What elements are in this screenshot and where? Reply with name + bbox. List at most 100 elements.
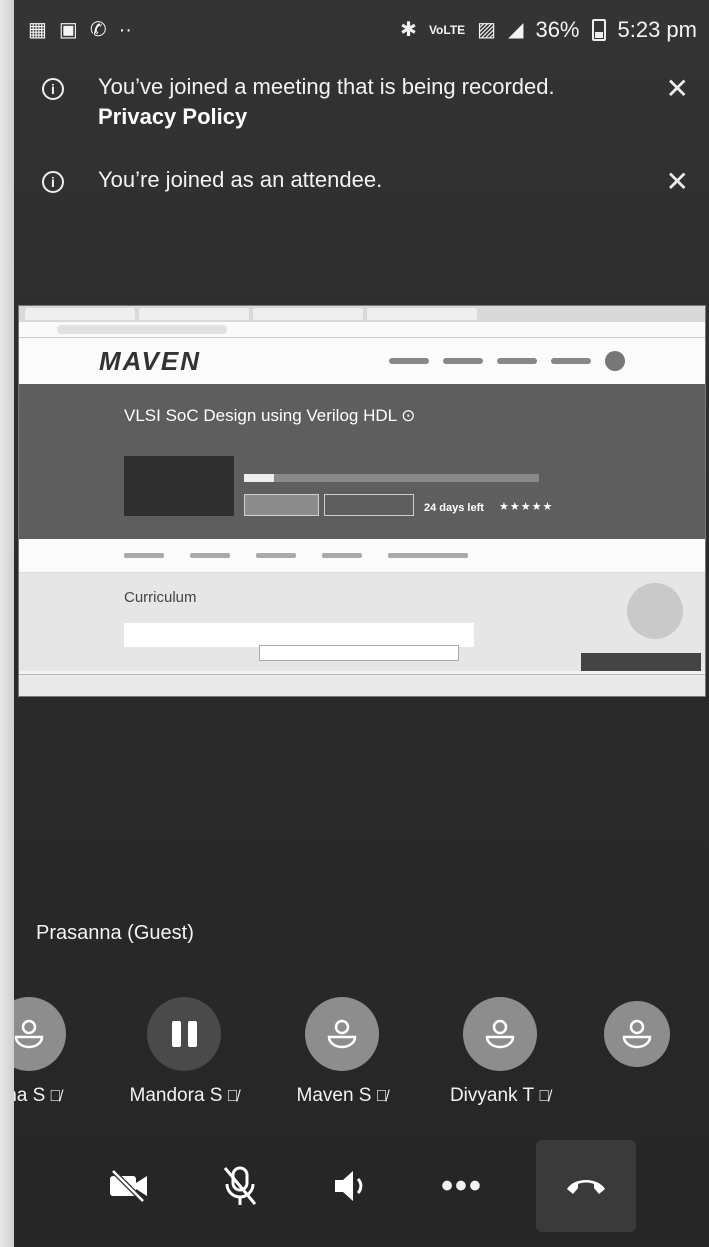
participants-row[interactable]: itha S🎙̸ Mandora S🎙̸ Maven S🎙̸ [14, 985, 709, 1115]
course-tab [388, 553, 468, 558]
maven-logo: MAVEN [99, 345, 201, 376]
volte-icon: VoLTE [428, 23, 466, 37]
speaker-icon [335, 1171, 363, 1201]
browser-tabs [19, 306, 705, 322]
gallery-icon: ▣ [58, 19, 78, 41]
more-dots-icon: ·· [118, 19, 132, 41]
participant-name: itha S🎙̸ [14, 1085, 62, 1106]
privacy-policy-link[interactable]: Privacy Policy [98, 102, 638, 132]
plan-course-button [324, 494, 414, 516]
participant-tile[interactable]: Divyank T 🎙̸ [425, 985, 575, 1115]
nav-link [443, 358, 483, 364]
course-title: VLSI SoC Design using Verilog HDL ⊙ [124, 406, 416, 425]
participant-tile[interactable]: itha S🎙̸ [14, 985, 104, 1115]
person-icon [485, 1019, 515, 1049]
course-tab [256, 553, 296, 558]
mic-muted-icon: 🎙̸ [49, 1088, 62, 1105]
address-field [57, 325, 227, 334]
battery-icon [591, 19, 606, 41]
nav-link [389, 358, 429, 364]
participant-avatar [463, 997, 537, 1071]
resume-button [244, 494, 319, 516]
close-icon[interactable]: ✕ [666, 167, 689, 197]
lte-signal-icon: ◢ [508, 19, 524, 41]
photo-edge [0, 0, 14, 1247]
online-chat-pill [581, 653, 701, 671]
browser-tab [139, 308, 249, 320]
browser-tab [367, 308, 477, 320]
hang-up-button[interactable] [536, 1140, 636, 1232]
curriculum-section-row [124, 623, 474, 647]
mic-muted-icon: 🎙̸ [375, 1088, 388, 1105]
participant-name: Maven S 🎙̸ [296, 1085, 388, 1106]
video-toggle-button[interactable] [97, 1154, 161, 1218]
site-nav-links [389, 351, 625, 371]
battery-percent: 36% [535, 17, 580, 42]
attendee-banner-text: You’re joined as an attendee. [98, 165, 638, 195]
participant-tile[interactable]: Maven S 🎙̸ [267, 985, 417, 1115]
info-icon: i [42, 78, 64, 100]
sharing-notice [259, 645, 459, 661]
course-progress-fill [244, 474, 274, 482]
course-progress [244, 474, 539, 482]
presenter-name: Prasanna (Guest) [36, 922, 194, 944]
avatar [605, 351, 625, 371]
nav-link [497, 358, 537, 364]
person-icon [622, 1019, 652, 1049]
course-tabs [19, 539, 705, 573]
phone-icon: ✆ [89, 19, 107, 41]
course-tab [190, 553, 230, 558]
attendee-message: You’re joined as an attendee. [98, 167, 383, 192]
course-thumbnail [124, 456, 234, 516]
clock: 5:23 pm [617, 17, 698, 42]
course-hero: VLSI SoC Design using Verilog HDL ⊙ 24 d… [19, 384, 705, 539]
live-support-badge [627, 583, 683, 639]
participant-name: Divyank T 🎙̸ [449, 1085, 551, 1106]
person-icon [327, 1019, 357, 1049]
speaker-button[interactable] [319, 1154, 383, 1218]
hang-up-icon [567, 1180, 605, 1194]
teams-call-screen: ▦ ▣ ✆ ·· ✱ VoLTE ▨ ◢ 36% 5:23 pm i You’v… [14, 0, 709, 1247]
windows-taskbar [19, 674, 705, 696]
teams-icon: ▦ [28, 19, 47, 41]
person-icon [14, 1019, 44, 1049]
more-options-button[interactable]: ••• [430, 1154, 494, 1218]
participant-avatar [14, 997, 66, 1071]
mic-muted-icon: 🎙̸ [226, 1088, 239, 1105]
attendee-banner: i You’re joined as an attendee. ✕ [14, 165, 709, 215]
info-icon: i [42, 171, 64, 193]
participant-avatar [604, 1001, 670, 1067]
bluetooth-icon: ✱ [400, 19, 417, 41]
days-left: 24 days left [424, 502, 484, 514]
participant-tile[interactable] [562, 985, 709, 1115]
address-bar [19, 322, 705, 338]
recording-message: You’ve joined a meeting that is being re… [98, 74, 555, 99]
status-bar: ▦ ▣ ✆ ·· ✱ VoLTE ▨ ◢ 36% 5:23 pm [14, 0, 709, 60]
more-options-icon: ••• [441, 1166, 483, 1205]
participant-avatar [147, 997, 221, 1071]
recording-banner: i You’ve joined a meeting that is being … [14, 72, 709, 142]
status-right: ✱ VoLTE ▨ ◢ 36% 5:23 pm [400, 17, 697, 43]
mic-off-icon [223, 1166, 257, 1205]
browser-tab [25, 308, 135, 320]
hang-up-icon-wrap [554, 1154, 618, 1218]
participant-tile[interactable]: Mandora S 🎙̸ [109, 985, 259, 1115]
call-controls: ••• [14, 1140, 709, 1232]
shared-screen[interactable]: MAVEN VLSI SoC Design using Verilog HDL … [18, 305, 706, 697]
status-left: ▦ ▣ ✆ ·· [28, 20, 132, 40]
browser-tab [253, 308, 363, 320]
site-nav: MAVEN [19, 338, 705, 384]
pause-icon [171, 1021, 197, 1047]
participant-avatar [305, 997, 379, 1071]
video-off-icon [110, 1169, 147, 1203]
course-tab [124, 553, 164, 558]
participant-name: Mandora S 🎙̸ [129, 1085, 239, 1106]
close-icon[interactable]: ✕ [666, 74, 689, 104]
rating-stars: ★★★★★ [499, 501, 554, 513]
curriculum-title: Curriculum [124, 589, 197, 606]
nav-link [551, 358, 591, 364]
recording-banner-text: You’ve joined a meeting that is being re… [98, 72, 638, 132]
mic-muted-icon: 🎙̸ [538, 1088, 551, 1105]
curriculum-area: Curriculum [19, 573, 705, 671]
mic-toggle-button[interactable] [208, 1154, 272, 1218]
